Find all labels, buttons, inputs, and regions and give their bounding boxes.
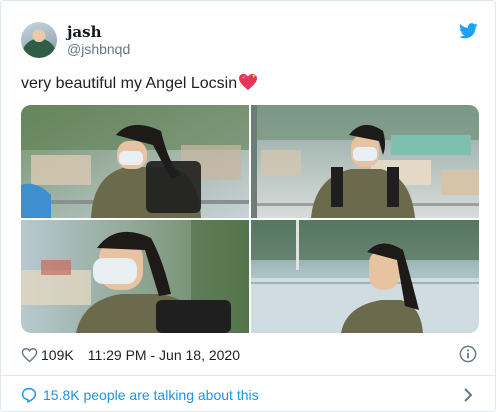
photo-3[interactable] [21, 220, 249, 333]
sparkling-heart-emoji-icon [239, 73, 258, 91]
chevron-right-icon[interactable] [463, 387, 473, 403]
twitter-bird-icon[interactable] [459, 23, 478, 39]
tweet-text-body: very beautiful my Angel Locsin [21, 75, 238, 92]
info-icon[interactable] [459, 345, 477, 363]
tweet-text: very beautiful my Angel Locsin [21, 73, 258, 93]
user-handle[interactable]: @jshbnqd [67, 41, 130, 57]
heart-icon[interactable] [21, 347, 38, 363]
tweet-meta: 109K 11:29 PM - Jun 18, 2020 [21, 345, 240, 365]
conversation-label[interactable]: 15.8K people are talking about this [43, 387, 259, 403]
speech-bubble-icon [21, 387, 37, 403]
avatar[interactable] [21, 22, 57, 58]
tweet-card: jash @jshbnqd very beautiful my Angel Lo… [0, 0, 496, 412]
like-count[interactable]: 109K [41, 347, 74, 363]
media-grid[interactable] [21, 105, 479, 333]
photo-4[interactable] [251, 220, 479, 333]
photo-1[interactable] [21, 105, 249, 218]
conversation-link[interactable]: 15.8K people are talking about this [21, 385, 259, 405]
display-name[interactable]: jash [67, 23, 102, 41]
photo-2[interactable] [251, 105, 479, 218]
timestamp[interactable]: 11:29 PM - Jun 18, 2020 [88, 347, 240, 363]
divider [1, 375, 496, 376]
